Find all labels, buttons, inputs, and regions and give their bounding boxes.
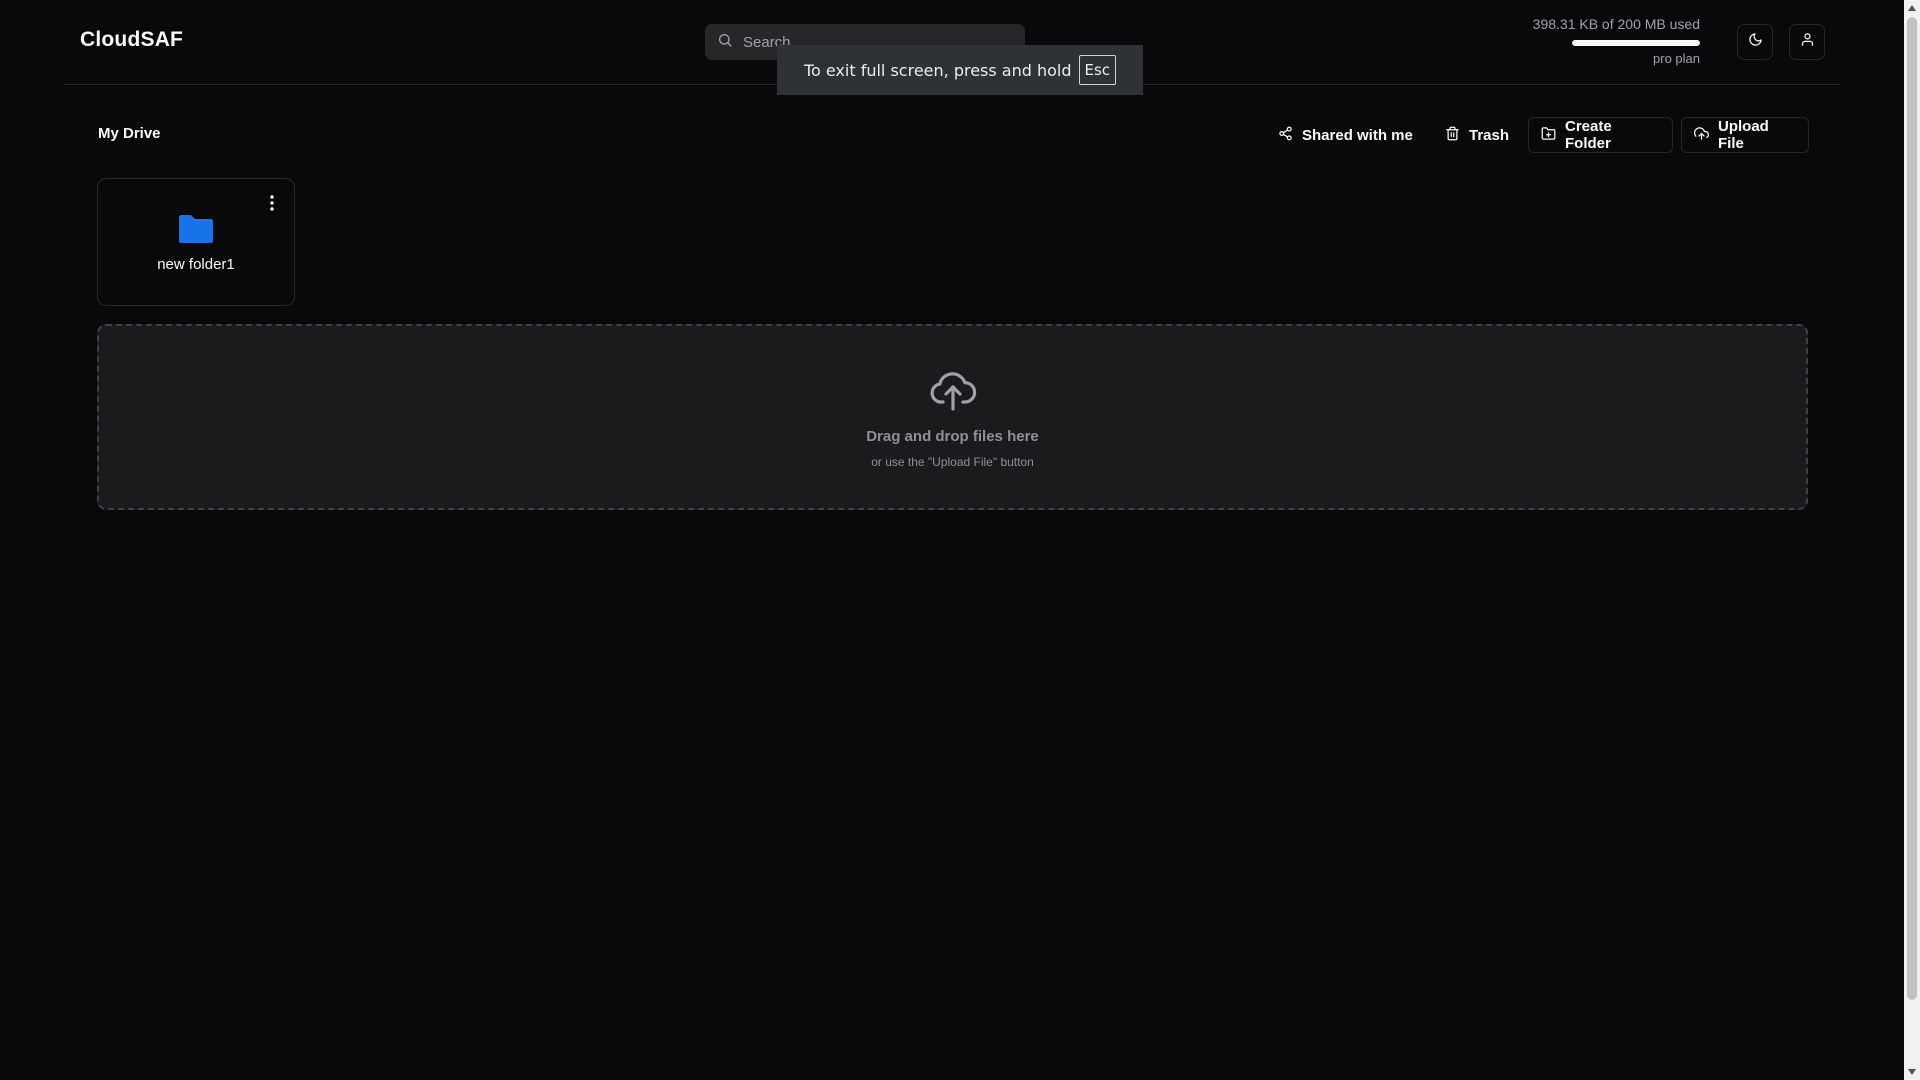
cloud-upload-icon [1694,126,1718,145]
theme-toggle-button[interactable] [1737,24,1773,60]
create-folder-button[interactable]: Create Folder [1528,117,1673,153]
cloud-upload-icon [930,372,977,411]
trash-button[interactable]: Trash [1433,117,1521,153]
toast-key: Esc [1078,55,1117,85]
toast-message: To exit full screen, press and hold [803,60,1072,80]
upload-file-button[interactable]: Upload File [1681,117,1809,153]
search-icon [717,32,733,53]
folder-options-button[interactable] [263,192,281,214]
dropzone-subtitle: or use the "Upload File" button [871,455,1034,469]
user-menu-button[interactable] [1789,24,1825,60]
arrow-down-icon [1908,1069,1916,1075]
scroll-up-button[interactable] [1904,0,1920,16]
shared-with-me-button[interactable]: Shared with me [1266,117,1425,153]
plan-label: pro plan [1653,51,1700,66]
scroll-down-button[interactable] [1904,1064,1920,1080]
moon-icon [1748,32,1763,52]
folder-icon [179,215,213,243]
file-dropzone[interactable]: Drag and drop files here or use the "Upl… [97,324,1808,510]
storage-progress-fill [1572,40,1700,46]
storage-usage: 398.31 KB of 200 MB used pro plan [1514,16,1700,66]
scrollbar-thumb[interactable] [1907,17,1917,1000]
shared-with-me-label: Shared with me [1302,126,1413,144]
page-title: My Drive [98,125,161,142]
share-icon [1278,126,1302,145]
app-logo[interactable]: CloudSAF [80,28,183,52]
upload-file-label: Upload File [1718,118,1769,152]
vertical-scrollbar[interactable] [1904,0,1920,1080]
folder-plus-icon [1541,126,1565,145]
trash-label: Trash [1469,126,1510,144]
folder-card[interactable]: new folder1 [97,178,295,306]
arrow-up-icon [1908,5,1916,11]
storage-usage-text: 398.31 KB of 200 MB used [1532,16,1700,32]
fullscreen-exit-toast: To exit full screen, press and hold Esc [777,45,1143,95]
create-folder-label: Create Folder [1565,118,1612,152]
user-icon [1800,32,1815,52]
folder-name: new folder1 [157,256,235,273]
app: CloudSAF 398.31 KB of 200 MB used pro pl… [0,0,1904,1080]
dropzone-title: Drag and drop files here [866,428,1039,445]
trash-icon [1445,126,1469,145]
storage-progress-bar [1572,40,1700,46]
more-vertical-icon [270,195,274,211]
